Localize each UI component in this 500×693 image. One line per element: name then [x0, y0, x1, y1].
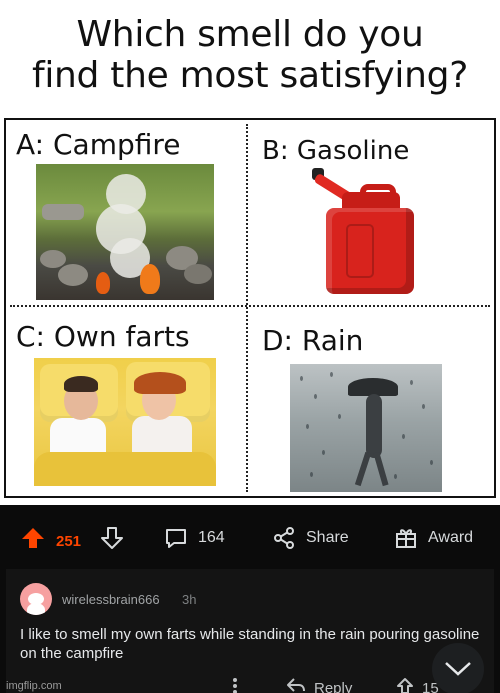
comment-username[interactable]: wirelessbrain666 [62, 592, 160, 607]
post-action-bar: 251 164 Share Award [0, 505, 500, 570]
comment: wirelessbrain666 3h I like to smell my o… [6, 569, 494, 693]
more-dots-icon[interactable] [232, 677, 238, 693]
question-line-2: find the most satisfying? [31, 55, 469, 96]
upvote-arrow-icon[interactable] [20, 525, 46, 551]
campfire-photo [36, 164, 214, 300]
option-a-label: A: Campfire [16, 128, 181, 161]
horizontal-divider [10, 305, 490, 307]
rain-window-photo [290, 364, 442, 492]
reply-button[interactable]: Reply [286, 677, 352, 693]
reddit-dark-panel: 251 164 Share Award wirelessbrain666 3h … [0, 505, 500, 693]
award-label: Award [428, 529, 474, 546]
award-gift-icon [394, 526, 418, 550]
post-score: 251 [56, 532, 82, 550]
couple-in-bed-photo [34, 358, 216, 486]
comment-bubble-icon [164, 526, 188, 550]
reply-label: Reply [314, 679, 353, 693]
gasoline-can-photo [302, 164, 432, 296]
award-button[interactable]: Award [394, 525, 473, 551]
comment-upvote[interactable]: 15 [396, 677, 439, 693]
share-button[interactable]: Share [272, 525, 349, 551]
vertical-divider [246, 124, 248, 492]
comments-count: 164 [198, 529, 225, 546]
upvote-outline-icon [396, 677, 414, 693]
option-c-label: C: Own farts [16, 320, 190, 353]
option-b-label: B: Gasoline [262, 136, 410, 166]
question-line-1: Which smell do you [76, 14, 424, 55]
chevron-down-icon[interactable] [432, 643, 484, 693]
option-d-label: D: Rain [262, 324, 364, 357]
comment-body: I like to smell my own farts while stand… [20, 626, 480, 662]
avatar[interactable] [20, 583, 52, 615]
meme-question: Which smell do you find the most satisfy… [0, 14, 500, 96]
watermark: imgflip.com [6, 680, 62, 692]
comment-age: 3h [182, 592, 197, 607]
share-icon [272, 526, 296, 550]
share-label: Share [306, 529, 349, 546]
downvote-arrow-icon[interactable] [100, 525, 124, 551]
meme-image: Which smell do you find the most satisfy… [0, 0, 500, 505]
reply-arrow-icon [286, 677, 306, 693]
comments-button[interactable]: 164 [164, 525, 225, 551]
options-grid: A: Campfire B: Gasoline C: Own farts D: … [4, 118, 496, 498]
